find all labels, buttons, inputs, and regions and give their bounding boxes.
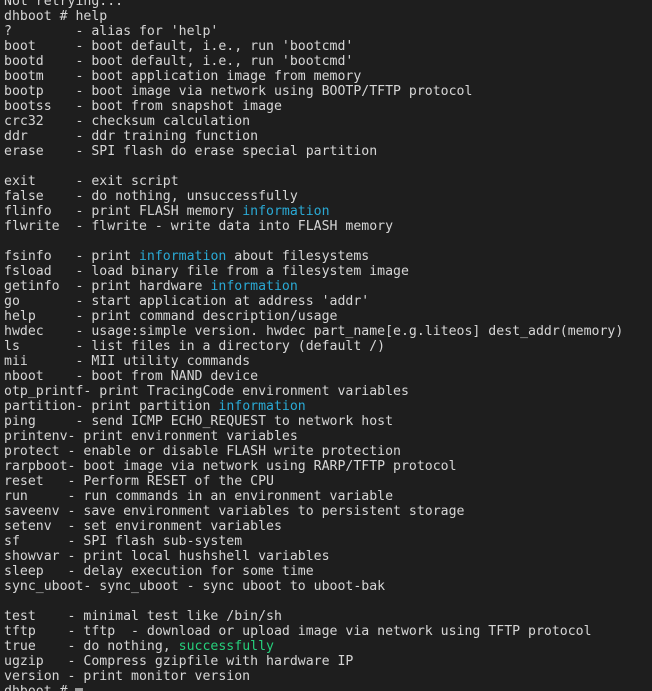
line-text: tftp - tftp - download or upload image v…: [4, 624, 592, 639]
terminal-line: flinfo - print FLASH memory information: [4, 204, 623, 219]
line-text-highlight: information: [138, 249, 227, 264]
line-text: boot - boot default, i.e., run 'bootcmd': [4, 39, 354, 54]
line-text: mii - MII utility commands: [4, 354, 251, 369]
line-text: Not retrying...: [4, 0, 124, 9]
terminal-line: fsload - load binary file from a filesys…: [4, 264, 623, 279]
line-text-highlight: information: [218, 399, 306, 414]
line-text: flwrite - flwrite - write data into FLAS…: [4, 219, 394, 234]
line-text: fsload - load binary file from a filesys…: [4, 264, 409, 279]
line-text: bootss - boot from snapshot image: [4, 99, 282, 114]
terminal-line: sleep - delay execution for some time: [4, 564, 623, 579]
terminal-line: run - run commands in an environment var…: [4, 489, 623, 504]
terminal-line: ? - alias for 'help': [4, 24, 623, 39]
terminal-line: help - print command description/usage: [4, 309, 623, 324]
line-text: printenv- print environment variables: [4, 429, 298, 444]
line-text: test - minimal test like /bin/sh: [4, 609, 282, 624]
line-text: rarpboot- boot image via network using R…: [4, 459, 457, 474]
terminal-line: exit - exit script: [4, 174, 623, 189]
line-text: saveenv - save environment variables to …: [4, 504, 465, 519]
line-text: run - run commands in an environment var…: [4, 489, 394, 504]
terminal-line: getinfo - print hardware information: [4, 279, 623, 294]
line-text: sync_uboot- sync_uboot - sync uboot to u…: [4, 579, 386, 594]
terminal-line: partition- print partition information: [4, 399, 623, 414]
terminal-line: erase - SPI flash do erase special parti…: [4, 144, 623, 159]
line-text: fsinfo - print: [4, 249, 139, 264]
terminal-line: ping - send ICMP ECHO_REQUEST to network…: [4, 414, 623, 429]
line-text: hwdec - usage:simple version. hwdec part…: [4, 324, 624, 339]
terminal-line: bootss - boot from snapshot image: [4, 99, 623, 114]
terminal-line: reset - Perform RESET of the CPU: [4, 474, 623, 489]
line-text: protect - enable or disable FLASH write …: [4, 444, 401, 459]
line-text: bootd - boot default, i.e., run 'bootcmd…: [4, 54, 354, 69]
terminal-line: rarpboot- boot image via network using R…: [4, 459, 623, 474]
terminal-line: bootm - boot application image from memo…: [4, 69, 623, 84]
terminal-line: otp_printf- print TracingCode environmen…: [4, 384, 623, 399]
terminal-line: Not retrying...: [4, 0, 623, 9]
terminal-line: boot - boot default, i.e., run 'bootcmd': [4, 39, 623, 54]
line-text: dhboot # help: [4, 9, 108, 24]
line-text: bootp - boot image via network using BOO…: [4, 84, 473, 99]
terminal-line: true - do nothing, successfully: [4, 639, 623, 654]
terminal-line: ls - list files in a directory (default …: [4, 339, 623, 354]
terminal-output: Not retrying... dhboot # help? - alias fo…: [4, 0, 623, 691]
terminal-line: ugzip - Compress gzipfile with hardware …: [4, 654, 623, 669]
line-text: help - print command description/usage: [4, 309, 338, 324]
line-text: reset - Perform RESET of the CPU: [4, 474, 274, 489]
terminal-line: nboot - boot from NAND device: [4, 369, 623, 384]
line-text: go - start application at address 'addr': [4, 294, 370, 309]
line-text: false - do nothing, unsuccessfully: [4, 189, 298, 204]
terminal-line: fsinfo - print information about filesys…: [4, 249, 623, 264]
line-text: about filesystems: [226, 249, 370, 264]
terminal-line: protect - enable or disable FLASH write …: [4, 444, 623, 459]
terminal-line: showvar - print local hushshell variable…: [4, 549, 623, 564]
line-text: flinfo - print FLASH memory: [4, 204, 243, 219]
line-text-highlight: information: [210, 279, 298, 294]
line-text: otp_printf- print TracingCode environmen…: [4, 384, 409, 399]
line-text: ping - send ICMP ECHO_REQUEST to network…: [4, 414, 394, 429]
terminal-line: bootp - boot image via network using BOO…: [4, 84, 623, 99]
line-text: ugzip - Compress gzipfile with hardware …: [4, 654, 354, 669]
terminal-line: setenv - set environment variables: [4, 519, 623, 534]
terminal-line: ddr - ddr training function: [4, 129, 623, 144]
line-text: exit - exit script: [4, 174, 179, 189]
line-text-highlight: successfully: [178, 639, 274, 654]
line-text: sleep - delay execution for some time: [4, 564, 314, 579]
terminal-line: hwdec - usage:simple version. hwdec part…: [4, 324, 623, 339]
terminal-line: mii - MII utility commands: [4, 354, 623, 369]
line-text: ? - alias for 'help': [4, 24, 219, 39]
shell-prompt: dhboot #: [4, 684, 75, 691]
terminal-line: sync_uboot- sync_uboot - sync uboot to u…: [4, 579, 623, 594]
line-text-highlight: information: [242, 204, 330, 219]
line-text: erase - SPI flash do erase special parti…: [4, 144, 378, 159]
line-text: nboot - boot from NAND device: [4, 369, 259, 384]
line-text: true - do nothing,: [4, 639, 179, 654]
terminal-window[interactable]: Not retrying... dhboot # help? - alias fo…: [0, 0, 652, 691]
terminal-line: go - start application at address 'addr': [4, 294, 623, 309]
line-text: showvar - print local hushshell variable…: [4, 549, 330, 564]
terminal-line: false - do nothing, unsuccessfully: [4, 189, 623, 204]
terminal-line: saveenv - save environment variables to …: [4, 504, 623, 519]
terminal-line: sf - SPI flash sub-system: [4, 534, 623, 549]
terminal-line: bootd - boot default, i.e., run 'bootcmd…: [4, 54, 623, 69]
line-text: setenv - set environment variables: [4, 519, 282, 534]
terminal-line: dhboot # help: [4, 9, 623, 24]
line-text: crc32 - checksum calculation: [4, 114, 251, 129]
terminal-line: crc32 - checksum calculation: [4, 114, 623, 129]
line-text: version - print monitor version: [4, 669, 251, 684]
line-text: sf - SPI flash sub-system: [4, 534, 243, 549]
terminal-line: test - minimal test like /bin/sh: [4, 609, 623, 624]
terminal-line: version - print monitor version: [4, 669, 623, 684]
line-text: getinfo - print hardware: [4, 279, 211, 294]
terminal-line: flwrite - flwrite - write data into FLAS…: [4, 219, 623, 234]
terminal-line: printenv- print environment variables: [4, 429, 623, 444]
terminal-line: tftp - tftp - download or upload image v…: [4, 624, 623, 639]
line-text: ls - list files in a directory (default …: [4, 339, 386, 354]
terminal-prompt-line[interactable]: dhboot #: [4, 684, 623, 691]
line-text: bootm - boot application image from memo…: [4, 69, 362, 84]
line-text: ddr - ddr training function: [4, 129, 259, 144]
line-text: partition- print partition: [4, 399, 219, 414]
